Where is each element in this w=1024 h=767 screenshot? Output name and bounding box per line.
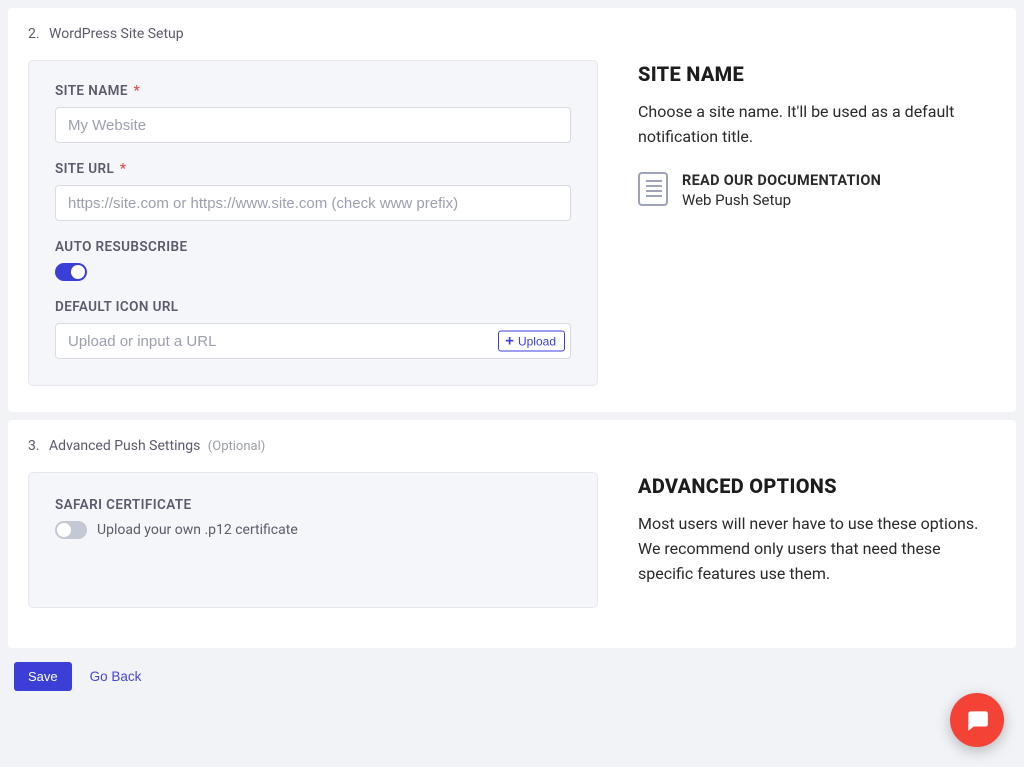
chat-icon xyxy=(964,707,990,733)
plus-icon: + xyxy=(505,334,514,349)
documentation-link[interactable]: READ OUR DOCUMENTATION Web Push Setup xyxy=(638,172,986,209)
section-title: WordPress Site Setup xyxy=(49,26,184,42)
go-back-button[interactable]: Go Back xyxy=(90,669,142,684)
help-panel: SITE NAME Choose a site name. It'll be u… xyxy=(638,60,996,386)
auto-resubscribe-label: AUTO RESUBSCRIBE xyxy=(55,239,571,255)
form-panel: SAFARI CERTIFICATE Upload your own .p12 … xyxy=(28,472,598,608)
section-title: Advanced Push Settings xyxy=(49,438,200,454)
field-default-icon: DEFAULT ICON URL + Upload xyxy=(55,299,571,359)
site-name-label: SITE NAME * xyxy=(55,83,571,99)
site-url-label: SITE URL * xyxy=(55,161,571,177)
safari-cert-sub: Upload your own .p12 certificate xyxy=(97,522,298,538)
optional-tag: (Optional) xyxy=(208,439,265,454)
safari-cert-toggle[interactable] xyxy=(55,521,87,539)
doc-sub: Web Push Setup xyxy=(682,191,881,209)
document-icon xyxy=(638,172,668,206)
upload-button[interactable]: + Upload xyxy=(498,331,565,352)
safari-cert-label: SAFARI CERTIFICATE xyxy=(55,497,571,513)
help-panel: ADVANCED OPTIONS Most users will never h… xyxy=(638,472,996,608)
field-site-name: SITE NAME * xyxy=(55,83,571,143)
chat-launcher[interactable] xyxy=(950,693,1004,747)
help-heading: ADVANCED OPTIONS xyxy=(638,474,986,498)
field-site-url: SITE URL * xyxy=(55,161,571,221)
help-description: Most users will never have to use these … xyxy=(638,512,986,586)
default-icon-label: DEFAULT ICON URL xyxy=(55,299,571,315)
field-auto-resubscribe: AUTO RESUBSCRIBE xyxy=(55,239,571,281)
required-asterisk: * xyxy=(120,161,126,177)
help-heading: SITE NAME xyxy=(638,62,986,86)
upload-button-label: Upload xyxy=(518,334,556,348)
required-asterisk: * xyxy=(134,83,140,99)
help-description: Choose a site name. It'll be used as a d… xyxy=(638,100,986,150)
section-advanced-push: 3. Advanced Push Settings (Optional) SAF… xyxy=(8,420,1016,648)
default-icon-input[interactable] xyxy=(55,323,571,359)
section-wordpress-setup: 2. WordPress Site Setup SITE NAME * SITE… xyxy=(8,8,1016,412)
toggle-knob xyxy=(57,523,71,537)
form-panel: SITE NAME * SITE URL * AUTO RESUBSCRIBE xyxy=(28,60,598,386)
auto-resubscribe-toggle[interactable] xyxy=(55,263,87,281)
footer-actions: Save Go Back xyxy=(8,648,1016,695)
section-number: 2. xyxy=(28,26,40,42)
section-number: 3. xyxy=(28,438,40,454)
site-url-input[interactable] xyxy=(55,185,571,221)
toggle-knob xyxy=(71,265,85,279)
field-safari-certificate: SAFARI CERTIFICATE Upload your own .p12 … xyxy=(55,497,571,539)
doc-title: READ OUR DOCUMENTATION xyxy=(682,172,881,189)
section-header: 3. Advanced Push Settings (Optional) xyxy=(28,438,996,454)
site-name-input[interactable] xyxy=(55,107,571,143)
section-header: 2. WordPress Site Setup xyxy=(28,26,996,42)
save-button[interactable]: Save xyxy=(14,662,72,691)
